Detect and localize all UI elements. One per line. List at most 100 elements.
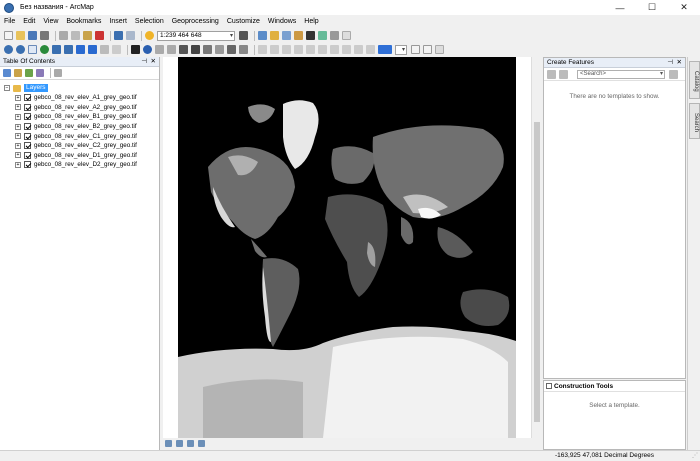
create-viewer-window-icon[interactable] xyxy=(239,45,248,54)
menu-edit[interactable]: Edit xyxy=(23,18,35,25)
rotate-tool-icon[interactable] xyxy=(282,45,291,54)
resize-grip-icon[interactable]: ⋰ xyxy=(692,452,698,459)
layer-name[interactable]: gebco_08_rev_elev_B2_grey_geo.tif xyxy=(34,123,137,130)
expand-icon[interactable]: + xyxy=(15,142,21,149)
expand-icon[interactable]: + xyxy=(15,152,21,159)
order-icon[interactable] xyxy=(318,45,327,54)
map-vertical-scrollbar[interactable] xyxy=(531,57,542,438)
list-by-visibility-icon[interactable] xyxy=(25,69,33,77)
menu-help[interactable]: Help xyxy=(304,18,318,25)
minimize-button[interactable]: — xyxy=(604,0,636,15)
fill-color-dropdown[interactable]: ▾ xyxy=(395,44,407,55)
layers-root[interactable]: − Layers xyxy=(0,83,159,93)
layer-name[interactable]: gebco_08_rev_elev_A1_grey_geo.tif xyxy=(34,94,137,101)
layer-name[interactable]: gebco_08_rev_elev_D1_grey_geo.tif xyxy=(34,152,137,159)
menu-view[interactable]: View xyxy=(43,18,58,25)
organize-templates-icon[interactable] xyxy=(547,69,556,79)
pause-drawing-icon[interactable] xyxy=(198,440,205,447)
pin-icon[interactable]: ⊣ xyxy=(141,57,147,67)
layer-visibility-checkbox[interactable] xyxy=(24,94,31,102)
find-route-icon[interactable] xyxy=(203,45,212,54)
arctoolbox-icon[interactable] xyxy=(294,31,303,40)
python-window-icon[interactable] xyxy=(306,31,315,40)
expand-icon[interactable]: + xyxy=(15,113,21,120)
layout-view-tab-icon[interactable] xyxy=(165,440,172,447)
text-tool-icon[interactable] xyxy=(270,45,279,54)
layer-row[interactable]: + gebco_08_rev_elev_A2_grey_geo.tif xyxy=(0,103,159,113)
zoom-in-icon[interactable] xyxy=(4,45,13,54)
layer-name[interactable]: gebco_08_rev_elev_A2_grey_geo.tif xyxy=(34,104,137,111)
expand-icon[interactable]: + xyxy=(15,133,21,140)
full-extent-icon[interactable] xyxy=(40,45,49,54)
layer-visibility-checkbox[interactable] xyxy=(24,151,31,159)
layer-visibility-checkbox[interactable] xyxy=(24,103,31,111)
group-icon[interactable] xyxy=(306,45,315,54)
layer-name[interactable]: gebco_08_rev_elev_C1_grey_geo.tif xyxy=(34,133,137,140)
paste-icon[interactable] xyxy=(83,31,92,40)
distribute-icon[interactable] xyxy=(342,45,351,54)
menu-bookmarks[interactable]: Bookmarks xyxy=(66,18,101,25)
hyperlink-icon[interactable] xyxy=(155,45,164,54)
identify-icon[interactable] xyxy=(143,45,152,54)
copy-icon[interactable] xyxy=(71,31,80,40)
layer-name[interactable]: gebco_08_rev_elev_D2_grey_geo.tif xyxy=(34,161,137,168)
modelbuilder-icon[interactable] xyxy=(318,31,327,40)
layer-row[interactable]: + gebco_08_rev_elev_D1_grey_geo.tif xyxy=(0,151,159,161)
expand-icon[interactable]: + xyxy=(15,104,21,111)
go-to-xy-icon[interactable] xyxy=(215,45,224,54)
layer-row[interactable]: + gebco_08_rev_elev_B2_grey_geo.tif xyxy=(0,122,159,132)
editor-toolbar-icon[interactable] xyxy=(239,31,248,40)
layers-root-label[interactable]: Layers xyxy=(24,84,48,92)
layer-row[interactable]: + gebco_08_rev_elev_A1_grey_geo.tif xyxy=(0,93,159,103)
find-icon[interactable] xyxy=(191,45,200,54)
layer-row[interactable]: + gebco_08_rev_elev_D2_grey_geo.tif xyxy=(0,160,159,170)
layer-row[interactable]: + gebco_08_rev_elev_C2_grey_geo.tif xyxy=(0,141,159,151)
cut-icon[interactable] xyxy=(59,31,68,40)
open-folder-icon[interactable] xyxy=(16,31,25,40)
rotate-icon[interactable] xyxy=(366,45,375,54)
select-elements-icon[interactable] xyxy=(131,45,140,54)
help-icon[interactable] xyxy=(330,31,339,40)
layer-name[interactable]: gebco_08_rev_elev_B1_grey_geo.tif xyxy=(34,113,137,120)
draw-tool-icon[interactable] xyxy=(258,45,267,54)
refresh-view-icon[interactable] xyxy=(187,440,194,447)
time-slider-icon[interactable] xyxy=(227,45,236,54)
toolbar-options-icon[interactable] xyxy=(435,45,444,54)
forward-extent-icon[interactable] xyxy=(88,45,97,54)
expand-icon[interactable]: + xyxy=(15,94,21,101)
maximize-button[interactable]: ☐ xyxy=(636,0,668,15)
catalog-tab[interactable]: Catalog xyxy=(689,61,700,99)
list-by-source-icon[interactable] xyxy=(14,69,22,77)
list-by-selection-icon[interactable] xyxy=(36,69,44,77)
close-pane-icon[interactable]: ✕ xyxy=(677,58,682,68)
layer-visibility-checkbox[interactable] xyxy=(24,161,31,169)
fixed-zoom-in-icon[interactable] xyxy=(52,45,61,54)
search-window-icon[interactable] xyxy=(282,31,291,40)
back-extent-icon[interactable] xyxy=(76,45,85,54)
layout-view-icon[interactable] xyxy=(411,45,420,54)
delete-icon[interactable] xyxy=(95,31,104,40)
clear-selection-icon[interactable] xyxy=(112,45,121,54)
print-icon[interactable] xyxy=(40,31,49,40)
html-popup-icon[interactable] xyxy=(167,45,176,54)
data-view-tab-icon[interactable] xyxy=(176,440,183,447)
map-view[interactable] xyxy=(163,57,542,438)
zoom-out-icon[interactable] xyxy=(16,45,25,54)
layer-row[interactable]: + gebco_08_rev_elev_C1_grey_geo.tif xyxy=(0,131,159,141)
collapse-icon[interactable]: − xyxy=(4,85,10,91)
search-tab[interactable]: Search xyxy=(689,103,700,139)
menu-geoprocessing[interactable]: Geoprocessing xyxy=(172,18,219,25)
catalog-window-icon[interactable] xyxy=(270,31,279,40)
pan-icon[interactable] xyxy=(28,45,37,54)
close-button[interactable]: ✕ xyxy=(668,0,700,15)
layer-row[interactable]: + gebco_08_rev_elev_B1_grey_geo.tif xyxy=(0,112,159,122)
menu-insert[interactable]: Insert xyxy=(109,18,127,25)
zoom-to-layer-icon[interactable] xyxy=(294,45,303,54)
map-scale-combobox[interactable]: 1:239 464 648 ▾ xyxy=(157,30,235,41)
layer-visibility-checkbox[interactable] xyxy=(24,142,31,150)
close-pane-icon[interactable]: ✕ xyxy=(151,57,156,67)
add-data-icon[interactable] xyxy=(145,31,154,40)
menu-file[interactable]: File xyxy=(4,18,15,25)
pin-icon[interactable]: ⊣ xyxy=(667,58,673,68)
layer-name[interactable]: gebco_08_rev_elev_C2_grey_geo.tif xyxy=(34,142,137,149)
